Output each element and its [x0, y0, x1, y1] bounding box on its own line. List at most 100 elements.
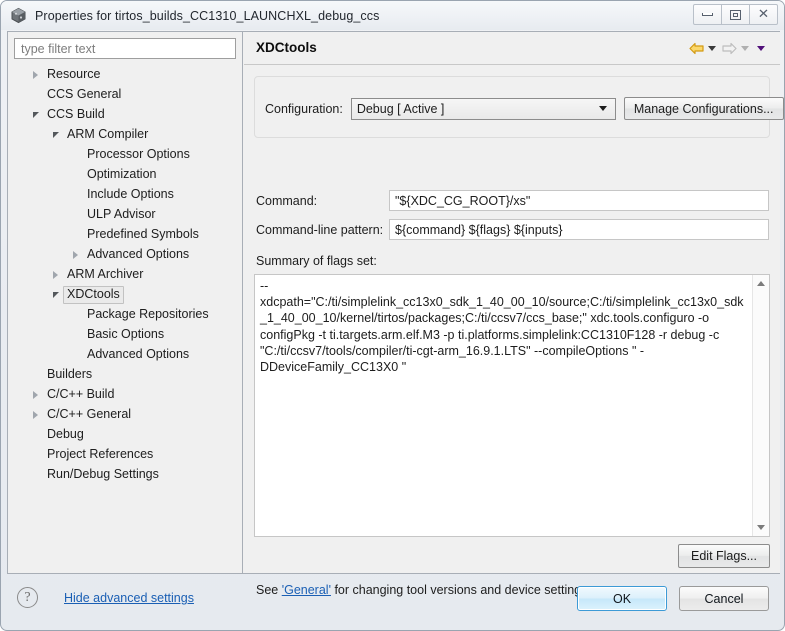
tree-item-ccs-build[interactable]: CCS Build — [14, 105, 236, 125]
ok-button[interactable]: OK — [577, 586, 667, 611]
tree-item-label: Predefined Symbols — [87, 227, 199, 241]
tree-item-label: C/C++ General — [47, 407, 132, 421]
footer-buttons: OK Cancel — [577, 586, 769, 611]
chevron-right-icon[interactable] — [48, 265, 63, 285]
command-line-pattern-input[interactable] — [389, 219, 769, 240]
tree-item-arm-compiler[interactable]: ARM Compiler — [14, 125, 236, 145]
tree-item-label: CCS General — [47, 87, 122, 101]
chevron-down-icon[interactable] — [48, 125, 63, 145]
command-line-pattern-label: Command-line pattern: — [256, 222, 384, 237]
chevron-right-icon[interactable] — [28, 65, 43, 85]
back-arrow-icon[interactable] — [689, 42, 704, 55]
scroll-up-icon[interactable] — [753, 275, 769, 292]
panel-navigation — [688, 38, 770, 58]
tree-item-label: Processor Options — [87, 147, 190, 161]
help-question-icon[interactable]: ? — [17, 587, 38, 608]
tree-item-processor-options[interactable]: Processor Options — [14, 145, 236, 165]
tree-item-optimization[interactable]: Optimization — [14, 165, 236, 185]
flags-vertical-scrollbar[interactable] — [752, 275, 769, 536]
tree-item-label: XDCtools — [63, 286, 124, 304]
tree-item-label: Basic Options — [87, 327, 165, 341]
manage-configurations-button[interactable]: Manage Configurations... — [623, 97, 784, 120]
tree-item-predefined-symbols[interactable]: Predefined Symbols — [14, 225, 236, 245]
maximize-icon — [730, 9, 741, 20]
command-line-pattern-row: Command-line pattern: — [256, 219, 769, 240]
minimize-button[interactable] — [693, 4, 722, 25]
dialog-body: Resource CCS General CCS Build ARM Compiler… — [7, 31, 784, 597]
cancel-button[interactable]: Cancel — [679, 586, 769, 611]
settings-tree-panel: Resource CCS General CCS Build ARM Compiler… — [8, 32, 243, 573]
configuration-row: Configuration: Debug [ Active ] Manage C… — [265, 97, 784, 120]
dialog-footer: ? Hide advanced settings OK Cancel — [7, 576, 780, 625]
properties-cube-icon — [10, 7, 27, 24]
chevron-right-icon[interactable] — [68, 245, 83, 265]
tree-item-label: ARM Archiver — [67, 267, 144, 281]
chevron-right-icon[interactable] — [28, 405, 43, 425]
tree-item-ulp-advisor[interactable]: ULP Advisor — [14, 205, 236, 225]
scroll-down-icon[interactable] — [753, 519, 769, 536]
command-input[interactable] — [389, 190, 769, 211]
tree-item-label: Advanced Options — [87, 347, 190, 361]
summary-of-flags-box[interactable]: -- xdcpath="C:/ti/simplelink_cc13x0_sdk_… — [254, 274, 770, 537]
close-button[interactable]: ✕ — [749, 4, 778, 25]
tree-item-run-debug-settings[interactable]: Run/Debug Settings — [14, 465, 236, 485]
command-row: Command: — [256, 190, 769, 211]
tree-item-package-repositories[interactable]: Package Repositories — [14, 305, 236, 325]
page-title: XDCtools — [256, 40, 317, 55]
tree-item-c-c-general[interactable]: C/C++ General — [14, 405, 236, 425]
tree-item-advanced-options[interactable]: Advanced Options — [14, 345, 236, 365]
tree-item-label: Resource — [47, 67, 101, 81]
tree-item-advanced-options[interactable]: Advanced Options — [14, 245, 236, 265]
chevron-down-icon — [598, 106, 607, 111]
hide-advanced-settings-link[interactable]: Hide advanced settings — [64, 591, 194, 605]
chevron-down-icon[interactable] — [48, 285, 63, 305]
chevron-right-icon[interactable] — [28, 385, 43, 405]
window-controls: ✕ — [693, 4, 778, 25]
tree-item-label: CCS Build — [47, 107, 105, 121]
tree-item-label: Include Options — [87, 187, 174, 201]
summary-of-flags-label: Summary of flags set: — [256, 254, 377, 268]
forward-arrow-icon — [722, 42, 737, 55]
tree-item-label: Advanced Options — [87, 247, 190, 261]
window-titlebar[interactable]: Properties for tirtos_builds_CC1310_LAUN… — [1, 1, 784, 30]
minimize-icon — [702, 13, 713, 16]
xdctools-settings-panel: XDCtools Configuration: Debug [Active]… — [244, 32, 784, 597]
command-label: Command: — [256, 193, 318, 208]
tree-item-debug[interactable]: Debug — [14, 425, 236, 445]
edit-flags-button[interactable]: Edit Flags... — [678, 544, 770, 568]
configuration-select[interactable]: Debug [ Active ] — [350, 97, 616, 120]
summary-of-flags-text: -- xdcpath="C:/ti/simplelink_cc13x0_sdk_… — [260, 279, 744, 375]
tree-item-label: Debug — [47, 427, 84, 441]
view-menu-dropdown-icon[interactable] — [757, 45, 765, 51]
tree-item-ccs-general[interactable]: CCS General — [14, 85, 236, 105]
close-icon: ✕ — [757, 7, 770, 22]
tree-item-xdctools[interactable]: XDCtools — [14, 285, 236, 305]
window-title: Properties for tirtos_builds_CC1310_LAUN… — [35, 8, 380, 23]
tree-item-builders[interactable]: Builders — [14, 365, 236, 385]
chevron-down-icon[interactable] — [28, 105, 43, 125]
tree-item-arm-archiver[interactable]: ARM Archiver — [14, 265, 236, 285]
tree-item-label: ARM Compiler — [67, 127, 149, 141]
tree-item-basic-options[interactable]: Basic Options — [14, 325, 236, 345]
tree-item-c-c-build[interactable]: C/C++ Build — [14, 385, 236, 405]
tree-item-include-options[interactable]: Include Options — [14, 185, 236, 205]
tree-item-label: C/C++ Build — [47, 387, 115, 401]
tree-item-project-references[interactable]: Project References — [14, 445, 236, 465]
filter-input[interactable] — [14, 38, 236, 59]
settings-tree[interactable]: Resource CCS General CCS Build ARM Compiler… — [14, 65, 236, 567]
back-history-dropdown-icon[interactable] — [708, 45, 716, 51]
tree-item-resource[interactable]: Resource — [14, 65, 236, 85]
maximize-button[interactable] — [721, 4, 750, 25]
tree-item-label: Optimization — [87, 167, 157, 181]
tree-item-label: ULP Advisor — [87, 207, 156, 221]
